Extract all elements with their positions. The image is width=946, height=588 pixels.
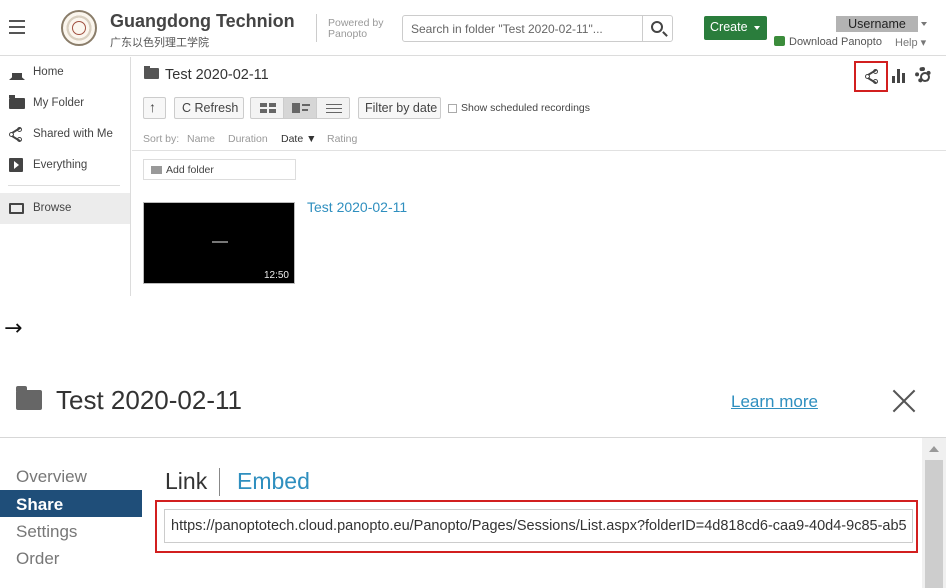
download-icon	[774, 36, 785, 46]
view-list-button[interactable]	[317, 98, 350, 118]
sidebar-item-my-folder[interactable]: My Folder	[0, 88, 130, 119]
folder-icon	[144, 66, 159, 79]
play-icon	[9, 158, 23, 172]
scroll-up-icon[interactable]	[929, 446, 939, 452]
search-icon	[651, 21, 663, 33]
sidebar-item-shared-with-me[interactable]: Shared with Me	[0, 119, 130, 150]
menu-icon[interactable]	[9, 20, 25, 34]
main-content: Test 2020-02-11 C Refresh	[132, 57, 946, 296]
sidebar-item-label: My Folder	[33, 97, 85, 109]
header: Guangdong Technion 广东以色列理工学院 Powered by …	[0, 0, 946, 56]
download-panopto-link[interactable]: Download Panopto	[774, 36, 882, 48]
sidebar-item-label: Browse	[33, 202, 72, 214]
sidebar-item-label: Shared with Me	[33, 128, 113, 140]
username-menu[interactable]: Username	[836, 16, 918, 32]
sidebar-item-everything[interactable]: Everything	[0, 150, 130, 181]
nav-settings[interactable]: Settings	[0, 517, 142, 544]
show-scheduled-checkbox[interactable]	[448, 104, 457, 113]
nav-share[interactable]: Share	[0, 490, 142, 517]
tab-link[interactable]: Link	[165, 468, 207, 495]
show-scheduled-label: Show scheduled recordings	[461, 102, 590, 114]
sort-option-duration[interactable]: Duration	[228, 133, 268, 145]
tab-embed[interactable]: Embed	[237, 468, 310, 495]
sidebar: Home My Folder Shared with Me Everything	[0, 57, 131, 296]
refresh-button[interactable]: C Refresh	[174, 97, 244, 119]
stats-icon[interactable]	[892, 69, 906, 83]
sort-option-rating[interactable]: Rating	[327, 133, 357, 145]
add-folder-button[interactable]: Add folder	[143, 159, 296, 180]
close-icon[interactable]	[889, 386, 919, 416]
sidebar-item-label: Everything	[33, 159, 88, 171]
search-button[interactable]	[642, 16, 672, 41]
share-url-field[interactable]: https://panoptotech.cloud.panopto.eu/Pan…	[164, 509, 913, 543]
view-thumbnails-button[interactable]	[251, 98, 284, 118]
home-icon	[9, 66, 25, 80]
brand-subtitle: 广东以色列理工学院	[110, 36, 209, 49]
sidebar-item-home[interactable]: Home	[0, 57, 130, 88]
search-input[interactable]: Search in folder "Test 2020-02-11"...	[411, 22, 603, 36]
header-divider	[316, 14, 317, 42]
thumbnail-content	[212, 241, 228, 243]
folder-icon	[16, 386, 42, 410]
sort-option-name[interactable]: Name	[187, 133, 215, 145]
brand-title: Guangdong Technion	[110, 11, 295, 31]
download-label: Download Panopto	[789, 36, 882, 48]
user-caret-icon[interactable]	[921, 22, 927, 26]
view-mode-toggle	[250, 97, 350, 119]
filter-by-date-button[interactable]: Filter by date	[358, 97, 441, 119]
learn-more-link[interactable]: Learn more	[731, 392, 818, 412]
sort-option-date[interactable]: Date ▼	[281, 133, 317, 145]
session-duration: 12:50	[263, 270, 289, 281]
sidebar-item-browse[interactable]: Browse	[0, 193, 130, 224]
scrollbar[interactable]	[922, 438, 946, 588]
share-dialog: Test 2020-02-11 Learn more Overview Shar…	[0, 362, 946, 588]
dialog-title: Test 2020-02-11	[56, 385, 242, 415]
create-label: Create	[710, 20, 748, 34]
folder-title: Test 2020-02-11	[144, 66, 269, 83]
sort-divider	[132, 150, 946, 151]
folder-outline-icon	[9, 203, 24, 214]
caret-down-icon	[754, 26, 760, 30]
up-folder-button[interactable]	[143, 97, 166, 119]
folder-title-text: Test 2020-02-11	[165, 67, 269, 83]
sidebar-item-label: Home	[33, 66, 64, 78]
session-thumbnail[interactable]: 12:50	[143, 202, 295, 284]
nav-order[interactable]: Order	[0, 544, 142, 571]
sort-label: Sort by:	[143, 133, 180, 145]
scroll-thumb[interactable]	[925, 460, 943, 588]
share-icon[interactable]	[865, 68, 879, 85]
university-seal-logo	[61, 10, 97, 46]
share-icon	[9, 126, 25, 142]
my-folder-icon	[9, 95, 25, 109]
tab-separator	[219, 468, 220, 496]
create-button[interactable]: Create	[704, 16, 767, 40]
view-details-button[interactable]	[284, 98, 317, 118]
sidebar-divider	[8, 185, 120, 186]
session-title-link[interactable]: Test 2020-02-11	[307, 199, 407, 215]
powered-by-text: Powered by Panopto	[328, 17, 384, 40]
gear-icon[interactable]	[915, 67, 931, 83]
nav-overview[interactable]: Overview	[0, 462, 142, 489]
add-folder-icon	[151, 166, 162, 174]
arrow-indicator: →	[4, 316, 23, 341]
share-button-highlight[interactable]	[854, 61, 888, 92]
add-folder-label: Add folder	[166, 164, 214, 176]
help-menu[interactable]: Help ▾	[895, 36, 926, 49]
panopto-browser-screenshot: Guangdong Technion 广东以色列理工学院 Powered by …	[0, 0, 946, 296]
search-box[interactable]: Search in folder "Test 2020-02-11"...	[402, 15, 673, 42]
dialog-header: Test 2020-02-11 Learn more	[0, 362, 946, 438]
